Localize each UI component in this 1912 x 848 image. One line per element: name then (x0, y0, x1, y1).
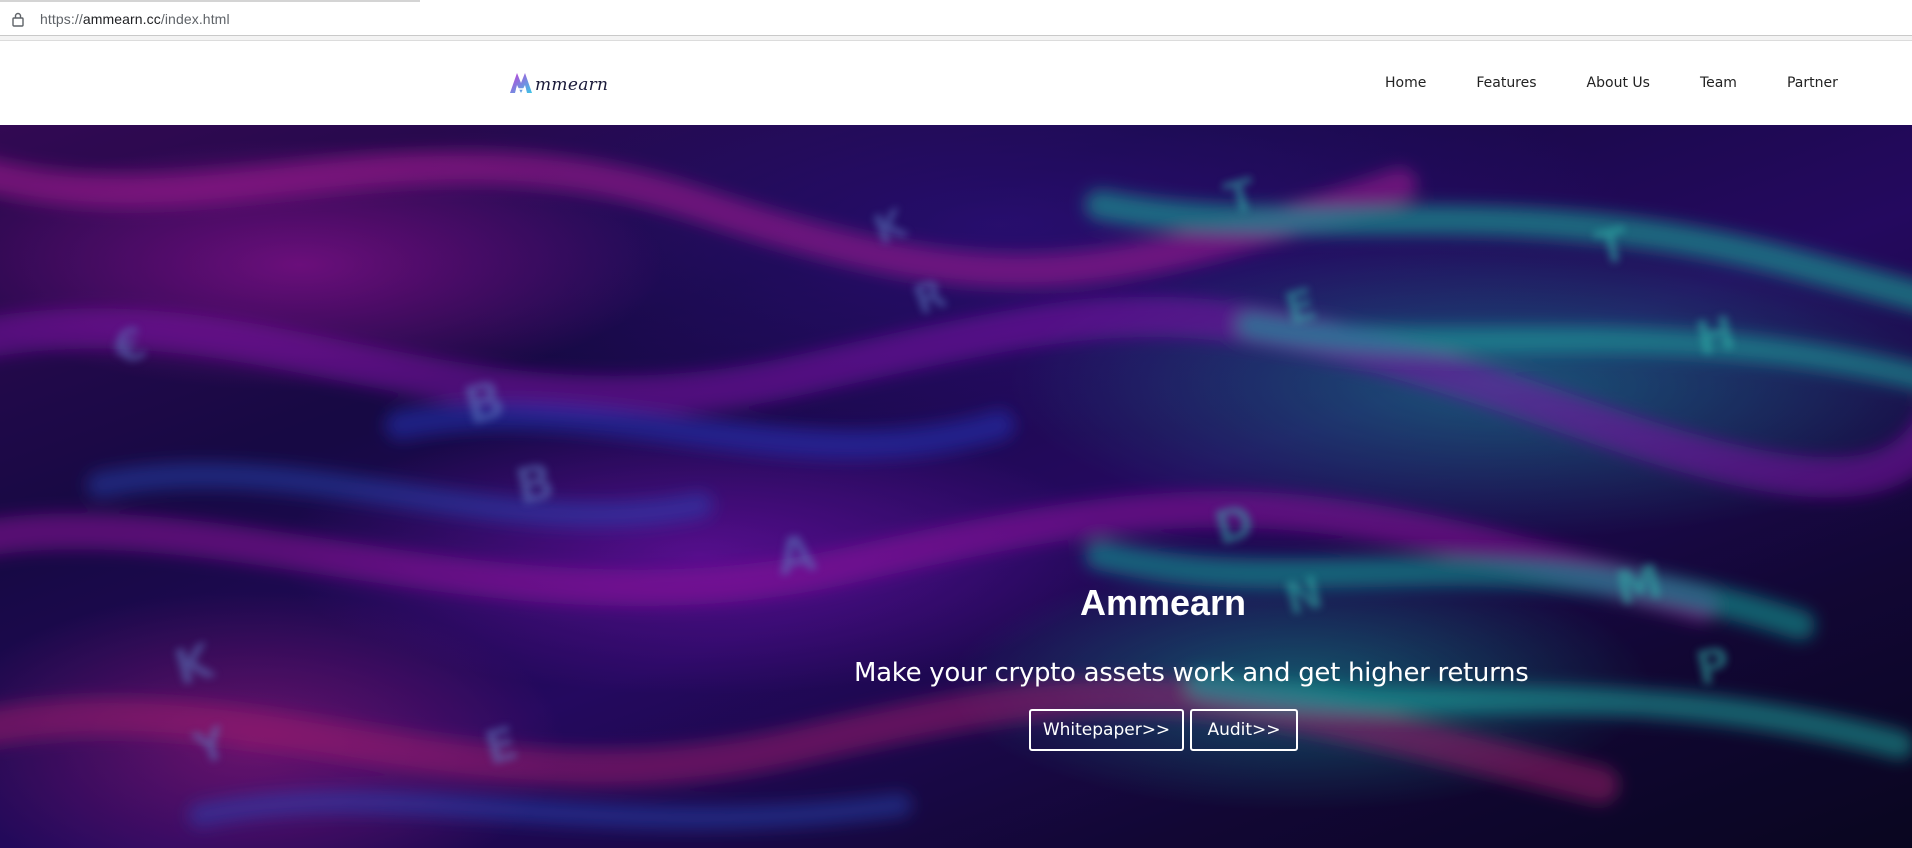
url-path: /index.html (160, 11, 230, 27)
browser-toolbar-divider (0, 36, 1912, 41)
hero-subtitle: Make your crypto assets work and get hig… (854, 658, 1529, 688)
nav-home[interactable]: Home (1385, 75, 1426, 91)
whitepaper-button[interactable]: Whitepaper>> (1029, 709, 1184, 751)
nav-about-us[interactable]: About Us (1587, 75, 1650, 91)
tab-strip-edge (0, 0, 420, 2)
audit-button[interactable]: Audit>> (1190, 709, 1298, 751)
nav-features[interactable]: Features (1476, 75, 1536, 91)
site-header: mmearn Home Features About Us Team Partn… (0, 42, 1912, 125)
ammearn-logo-icon (510, 73, 532, 93)
url-scheme: https:// (40, 11, 83, 27)
url-field[interactable]: https://ammearn.cc/index.html (40, 11, 230, 27)
main-nav: Home Features About Us Team Partner (1385, 75, 1838, 91)
logo-wordmark: mmearn (535, 75, 609, 95)
browser-address-bar: https://ammearn.cc/index.html (0, 0, 1912, 36)
hero-background-image: € B B A K R K Y E T E T H D N M P (0, 125, 1912, 848)
lock-icon[interactable] (11, 12, 25, 27)
nav-partner[interactable]: Partner (1787, 75, 1838, 91)
hero-title: Ammearn (1079, 582, 1247, 623)
site-logo[interactable]: mmearn (508, 66, 608, 98)
hero-section: € B B A K R K Y E T E T H D N M P Ammear… (0, 125, 1912, 848)
url-host: ammearn.cc (82, 11, 161, 27)
nav-team[interactable]: Team (1700, 75, 1737, 91)
